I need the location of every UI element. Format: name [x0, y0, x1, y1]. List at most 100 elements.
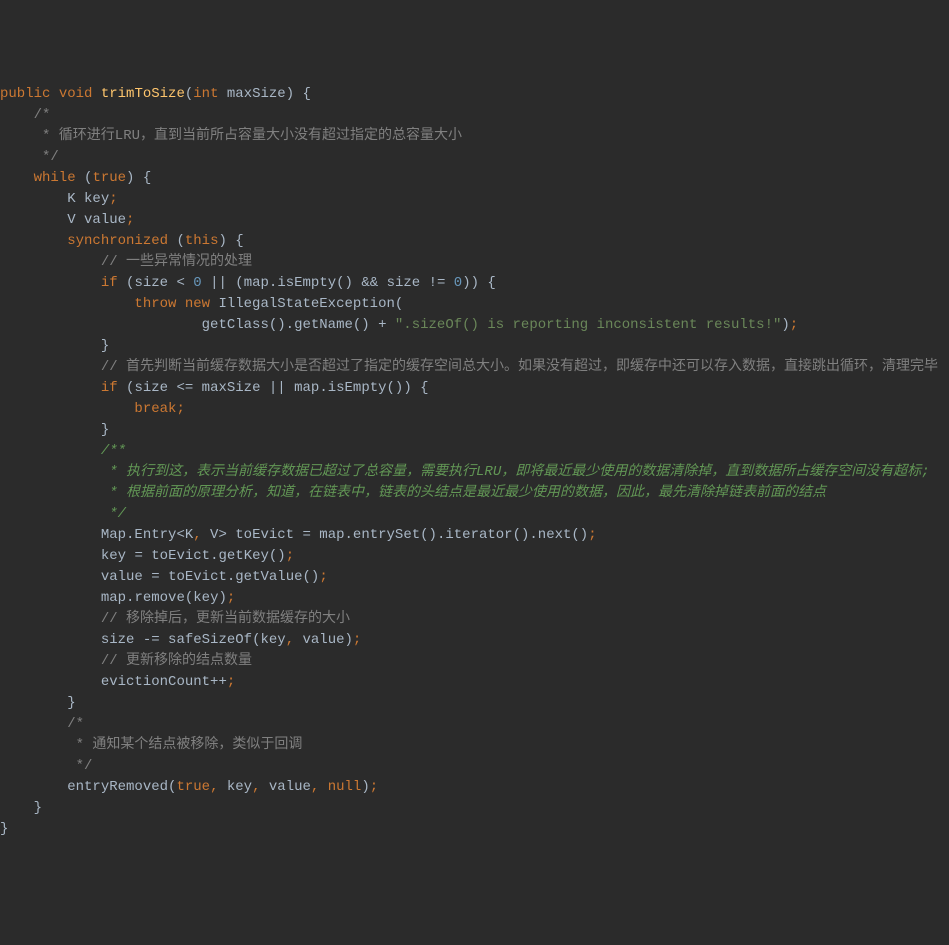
string-literal: ".sizeOf() is reporting inconsistent res…: [395, 317, 781, 333]
var: key: [101, 548, 126, 564]
semicolon: ;: [370, 779, 378, 795]
line-6: K key;: [0, 191, 118, 207]
number: 0: [454, 275, 462, 291]
keyword-synchronized: synchronized: [67, 233, 168, 249]
paren-brace: )) {: [462, 275, 496, 291]
comma: ,: [193, 527, 201, 543]
op: ++: [210, 674, 227, 690]
line-13: }: [0, 338, 109, 354]
paren: (: [76, 170, 93, 186]
paren: ): [781, 317, 789, 333]
paren: (): [387, 380, 404, 396]
var: value: [260, 779, 310, 795]
paren: (): [571, 527, 588, 543]
paren-brace: ) {: [218, 233, 243, 249]
var: size: [387, 275, 421, 291]
op: ||: [260, 380, 294, 396]
var: map: [319, 527, 344, 543]
keyword-void: void: [59, 86, 93, 102]
line-5: while (true) {: [0, 170, 151, 186]
keyword-while: while: [0, 170, 76, 186]
line-27: size -= safeSizeOf(key, value);: [0, 632, 361, 648]
paren: ): [361, 779, 369, 795]
paren-brace: ) {: [403, 380, 428, 396]
var: key: [218, 779, 252, 795]
line-7: V value;: [0, 212, 134, 228]
semicolon: ;: [353, 632, 361, 648]
method-call: entrySet: [353, 527, 420, 543]
method-call: entryRemoved: [67, 779, 168, 795]
keyword-public: public: [0, 86, 50, 102]
var: key: [260, 632, 285, 648]
var: map: [294, 380, 319, 396]
brace: {: [294, 86, 311, 102]
method-call: getClass: [202, 317, 269, 333]
paren: ().: [513, 527, 538, 543]
line-15: if (size <= maxSize || map.isEmpty()) {: [0, 380, 429, 396]
paren: (): [336, 275, 353, 291]
semicolon: ;: [176, 401, 184, 417]
comment-line: */: [0, 758, 92, 774]
op: =: [126, 548, 151, 564]
paren: (): [269, 548, 286, 564]
op: =: [143, 569, 168, 585]
var: toEvict: [151, 548, 210, 564]
paren: ().: [269, 317, 294, 333]
semicolon: ;: [286, 548, 294, 564]
paren: ): [219, 590, 227, 606]
comment-line: // 移除掉后，更新当前数据缓存的大小: [0, 611, 350, 627]
op: !=: [420, 275, 454, 291]
comment-line: * 循环进行LRU，直到当前所占容量大小没有超过指定的总容量大小: [0, 128, 462, 144]
type: V>: [202, 527, 236, 543]
keyword-if: if: [101, 275, 118, 291]
var: size: [134, 275, 168, 291]
comment-line: // 首先判断当前缓存数据大小是否超过了指定的缓存空间总大小。如果没有超过，即缓…: [0, 357, 938, 378]
type: Map.Entry<K: [101, 527, 193, 543]
var: key: [84, 191, 109, 207]
method-name: trimToSize: [101, 86, 185, 102]
keyword-true: true: [176, 779, 210, 795]
comment-line: // 更新移除的结点数量: [0, 653, 252, 669]
keyword-break: break: [134, 401, 176, 417]
method-call: getName: [294, 317, 353, 333]
var: value: [84, 212, 126, 228]
var: toEvict: [235, 527, 294, 543]
comment-doc-line: * 执行到这，表示当前缓存数据已超过了总容量，需要执行LRU，即将最近最少使用的…: [0, 462, 930, 483]
paren-op: () +: [353, 317, 395, 333]
op: <=: [168, 380, 202, 396]
paren-brace: ) {: [126, 170, 151, 186]
keyword-throw: throw: [134, 296, 176, 312]
comment-line: /*: [0, 716, 84, 732]
type: V: [67, 212, 84, 228]
line-30: }: [0, 695, 76, 711]
dot: .: [319, 380, 327, 396]
keyword-null: null: [319, 779, 361, 795]
var: key: [193, 590, 218, 606]
var: evictionCount: [101, 674, 210, 690]
method-call: safeSizeOf: [168, 632, 252, 648]
paren: ().: [420, 527, 445, 543]
var: value: [101, 569, 143, 585]
paren: (: [118, 380, 135, 396]
semicolon: ;: [227, 590, 235, 606]
semicolon: ;: [227, 674, 235, 690]
var: map: [244, 275, 269, 291]
comma: ,: [286, 632, 294, 648]
line-8: synchronized (this) {: [0, 233, 244, 249]
line-11: throw new IllegalStateException(: [0, 296, 403, 312]
comment-doc-line: /**: [0, 443, 126, 459]
line-12: getClass().getName() + ".sizeOf() is rep…: [0, 317, 798, 333]
comment-line: * 通知某个结点被移除，类似于回调: [0, 737, 302, 753]
line-29: evictionCount++;: [0, 674, 235, 690]
type: IllegalStateException: [210, 296, 395, 312]
brace: }: [0, 821, 8, 837]
method-call: isEmpty: [328, 380, 387, 396]
code-editor[interactable]: public void trimToSize(int maxSize) { /*…: [0, 84, 949, 840]
keyword-new: new: [176, 296, 210, 312]
method-call: isEmpty: [277, 275, 336, 291]
op: -=: [134, 632, 168, 648]
method-call: remove: [134, 590, 184, 606]
method-call: next: [538, 527, 572, 543]
paren: ): [286, 86, 294, 102]
semicolon: ;: [319, 569, 327, 585]
